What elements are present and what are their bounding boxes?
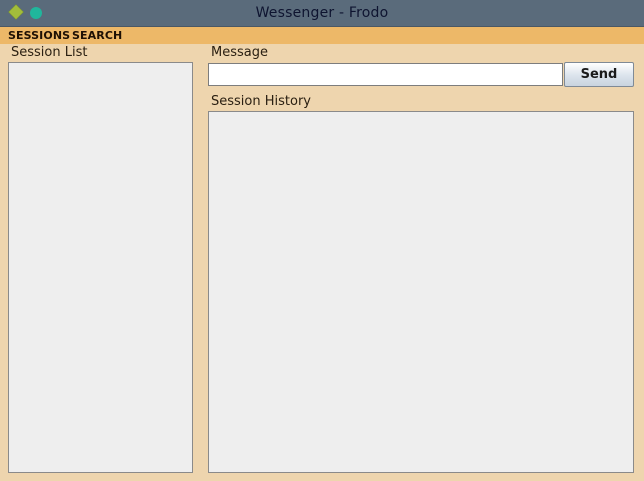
send-button[interactable]: Send [564,62,634,87]
message-label: Message [211,45,268,60]
session-list[interactable] [8,62,193,473]
window-title: Wessenger - Frodo [255,5,389,21]
session-list-label: Session List [11,45,88,60]
menu-search[interactable]: SEARCH [72,27,122,44]
menu-bar: SESSIONS SEARCH [0,27,644,44]
menu-sessions[interactable]: SESSIONS [8,27,70,44]
message-input[interactable] [208,63,563,86]
session-history[interactable] [208,111,634,473]
session-history-label: Session History [211,94,311,109]
title-bar[interactable]: Wessenger - Frodo [0,0,644,27]
